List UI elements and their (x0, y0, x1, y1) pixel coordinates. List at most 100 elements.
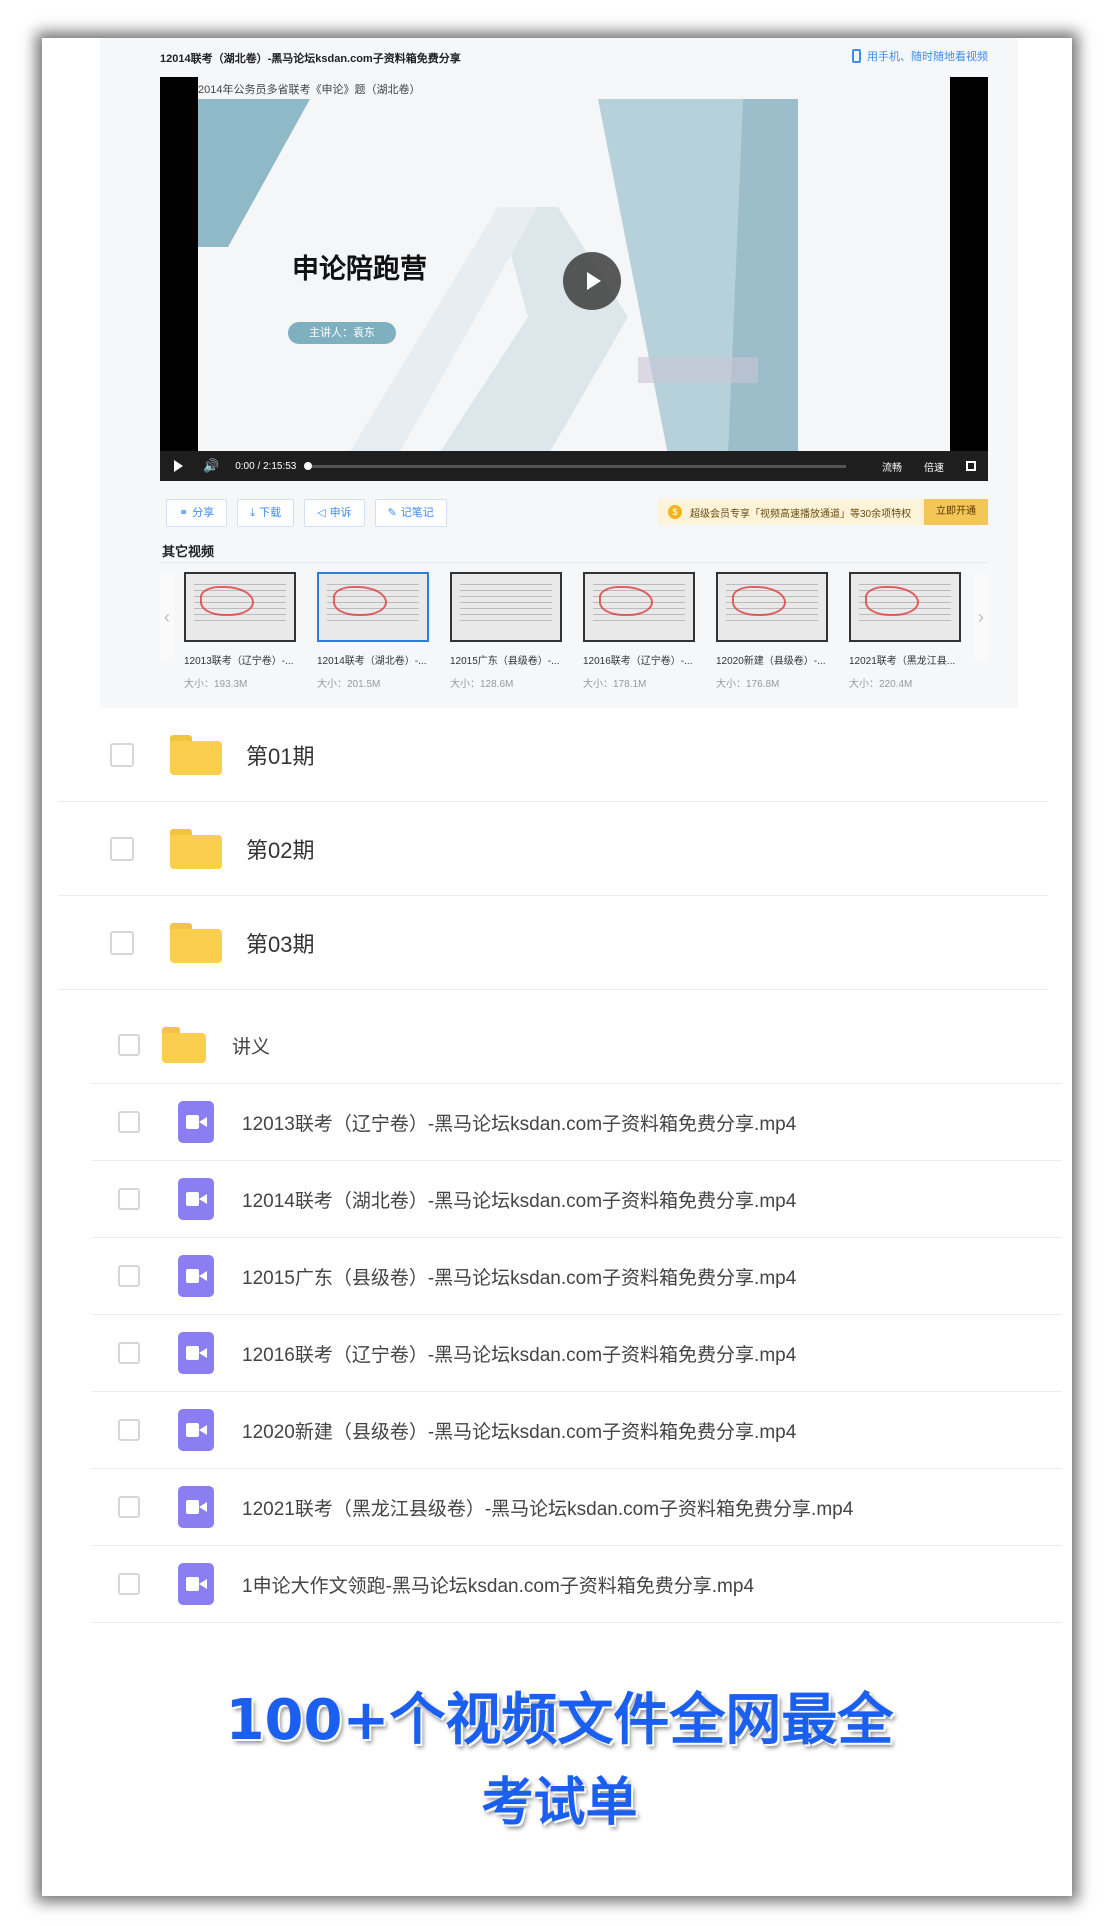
chevron-right-icon[interactable]: › (974, 572, 988, 662)
thumb-name: 12021联考（黑龙江县... (849, 656, 956, 667)
other-videos-title: 其它视频 (162, 544, 215, 559)
fullscreen-icon[interactable] (966, 461, 976, 471)
list-item[interactable]: 12021联考（黑龙江县级卷）-黑马论坛ksdan.com子资料箱免费分享.mp… (92, 1469, 1062, 1546)
slide-title: 申论陪跑营 (292, 254, 427, 285)
quality-button[interactable]: 流畅 (882, 459, 902, 474)
folder-name: 第02期 (246, 837, 315, 863)
time-display: 0:00 / 2:15:53 (235, 461, 296, 472)
file-name: 1申论大作文领跑-黑马论坛ksdan.com子资料箱免费分享.mp4 (242, 1575, 755, 1597)
speed-button[interactable]: 倍速 (924, 459, 944, 474)
list-item[interactable]: 第03期 (58, 896, 1048, 990)
video-file-icon (178, 1332, 214, 1374)
list-item[interactable]: 12013联考（辽宁卷）-黑马论坛ksdan.com子资料箱免费分享.mp4 (92, 1084, 1062, 1161)
progress-knob[interactable] (304, 461, 313, 470)
download-button[interactable]: ⤓ 下载 (237, 499, 295, 527)
row-checkbox[interactable] (118, 1188, 140, 1210)
appeal-button[interactable]: ◁ 申诉 (304, 499, 365, 527)
row-checkbox[interactable] (110, 742, 134, 767)
thumb-item[interactable]: 12015广东（县级卷）-... 大小：128.6M (450, 572, 562, 690)
video-file-icon (178, 1101, 214, 1143)
row-checkbox[interactable] (118, 1573, 140, 1595)
list-item[interactable]: 1申论大作文领跑-黑马论坛ksdan.com子资料箱免费分享.mp4 (92, 1546, 1062, 1623)
file-name: 12013联考（辽宁卷）-黑马论坛ksdan.com子资料箱免费分享.mp4 (242, 1113, 797, 1135)
thumb-name: 12016联考（辽宁卷）-... (583, 656, 693, 667)
list-item[interactable]: 第02期 (58, 802, 1048, 896)
folder-icon (170, 828, 222, 869)
thumb-size: 大小：128.6M (450, 679, 514, 690)
video-slide: 2014年公务员多省联考《申论》题（湖北卷） 申论陪跑营 主讲人：袁东 (198, 77, 950, 455)
promo-subheadline: 考试单 (481, 1773, 638, 1833)
file-name: 12015广东（县级卷）-黑马论坛ksdan.com子资料箱免费分享.mp4 (242, 1267, 797, 1289)
share-icon: ⚭ (179, 507, 189, 519)
video-file-icon (178, 1178, 214, 1220)
row-checkbox[interactable] (118, 1111, 140, 1133)
list-item[interactable]: 第01期 (58, 708, 1048, 802)
time-separator: / (257, 460, 261, 472)
player-card: 12014联考（湖北卷）-黑马论坛ksdan.com子资料箱免费分享 用手机、随… (100, 38, 1018, 708)
vip-text: 超级会员专享「视频高速播放通道」等30余项特权 (690, 508, 912, 520)
folder-name: 第01期 (246, 743, 315, 769)
player-control-bar: 🔊 0:00 / 2:15:53 流畅 倍速 (160, 451, 988, 481)
mobile-watch-link[interactable]: 用手机、随时随地看视频 (852, 48, 988, 64)
list-item[interactable]: 12020新建（县级卷）-黑马论坛ksdan.com子资料箱免费分享.mp4 (92, 1392, 1062, 1469)
video-file-icon (178, 1409, 214, 1451)
row-checkbox[interactable] (118, 1265, 140, 1287)
row-checkbox[interactable] (110, 836, 134, 861)
thumb-image (450, 572, 562, 642)
folder-icon (162, 1027, 206, 1063)
chevron-left-icon[interactable]: ‹ (160, 572, 174, 662)
action-buttons: ⚭ 分享 ⤓ 下载 ◁ 申诉 ✎ 记笔记 (166, 499, 447, 527)
row-checkbox[interactable] (118, 1496, 140, 1518)
slide-header: 2014年公务员多省联考《申论》题（湖北卷） (198, 84, 421, 96)
note-button[interactable]: ✎ 记笔记 (374, 499, 447, 527)
progress-track[interactable] (304, 461, 847, 470)
speaker-label: 主讲人：袁东 (288, 322, 396, 344)
list-item[interactable]: 12015广东（县级卷）-黑马论坛ksdan.com子资料箱免费分享.mp4 (92, 1238, 1062, 1315)
video-file-icon (178, 1563, 214, 1605)
row-checkbox[interactable] (110, 930, 134, 955)
file-name: 12014联考（湖北卷）-黑马论坛ksdan.com子资料箱免费分享.mp4 (242, 1190, 797, 1212)
volume-icon[interactable]: 🔊 (203, 458, 219, 474)
row-checkbox[interactable] (118, 1342, 140, 1364)
thumb-size: 大小：201.5M (317, 679, 381, 690)
thumb-item[interactable]: 12013联考（辽宁卷）-... 大小：193.3M (184, 572, 296, 690)
thumb-name: 12020新建（县级卷）-... (716, 656, 826, 667)
list-item[interactable]: 12014联考（湖北卷）-黑马论坛ksdan.com子资料箱免费分享.mp4 (92, 1161, 1062, 1238)
divider (160, 562, 988, 563)
vip-banner: $ 超级会员专享「视频高速播放通道」等30余项特权 立即开通 (658, 499, 988, 525)
time-current: 0:00 (235, 460, 255, 472)
thumb-size: 大小：176.8M (716, 679, 780, 690)
file-name: 12016联考（辽宁卷）-黑马论坛ksdan.com子资料箱免费分享.mp4 (242, 1344, 797, 1366)
folder-name: 第03期 (246, 931, 315, 957)
thumb-item[interactable]: 12020新建（县级卷）-... 大小：176.8M (716, 572, 828, 690)
video-file-icon (178, 1255, 214, 1297)
folder-list: 第01期 第02期 第03期 (58, 708, 1048, 990)
vip-open-button[interactable]: 立即开通 (924, 499, 988, 525)
thumb-item-active[interactable]: 12014联考（湖北卷）-... 大小：201.5M (317, 572, 429, 690)
phone-icon (852, 49, 861, 63)
thumb-name: 12015广东（县级卷）-... (450, 656, 560, 667)
megaphone-icon: ◁ (317, 507, 326, 519)
row-checkbox[interactable] (118, 1419, 140, 1441)
folder-icon (170, 734, 222, 775)
file-list: 讲义 12013联考（辽宁卷）-黑马论坛ksdan.com子资料箱免费分享.mp… (92, 1007, 1062, 1623)
share-button[interactable]: ⚭ 分享 (166, 499, 228, 527)
thumb-item[interactable]: 12016联考（辽宁卷）-... 大小：178.1M (583, 572, 695, 690)
video-player[interactable]: 2014年公务员多省联考《申论》题（湖北卷） 申论陪跑营 主讲人：袁东 🔊 0:… (160, 77, 988, 481)
thumb-size: 大小：220.4M (849, 679, 913, 690)
thumb-image (849, 572, 961, 642)
file-name: 12020新建（县级卷）-黑马论坛ksdan.com子资料箱免费分享.mp4 (242, 1421, 797, 1443)
row-checkbox[interactable] (118, 1034, 140, 1056)
play-icon[interactable] (174, 460, 183, 472)
coin-icon: $ (668, 505, 682, 519)
thumb-size: 大小：178.1M (583, 679, 647, 690)
thumb-name: 12014联考（湖北卷）-... (317, 656, 427, 667)
list-item[interactable]: 讲义 (92, 1007, 1062, 1084)
thumb-image (716, 572, 828, 642)
thumb-item[interactable]: 12021联考（黑龙江县... 大小：220.4M (849, 572, 961, 690)
other-videos-carousel: ‹ › 12013联考（辽宁卷）-... 大小：193.3M 12014联考（湖… (160, 572, 988, 692)
folder-icon (170, 922, 222, 963)
thumb-size: 大小：193.3M (184, 679, 248, 690)
list-item[interactable]: 12016联考（辽宁卷）-黑马论坛ksdan.com子资料箱免费分享.mp4 (92, 1315, 1062, 1392)
big-play-icon[interactable] (563, 252, 621, 310)
